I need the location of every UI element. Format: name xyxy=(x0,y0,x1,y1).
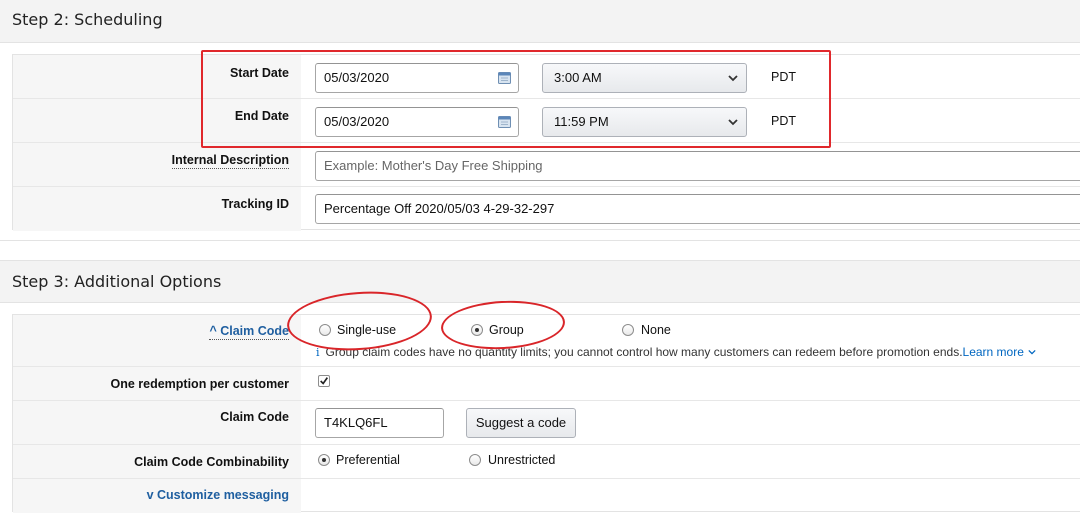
customize-messaging-row: v Customize messaging xyxy=(13,479,1080,513)
combinability-row: Claim Code Combinability Preferential Un… xyxy=(13,445,1080,479)
combinability-label: Claim Code Combinability xyxy=(134,455,289,469)
info-icon: i xyxy=(316,346,320,359)
caret-up-icon: ^ xyxy=(209,324,217,338)
caret-down-icon: v xyxy=(146,488,154,502)
suggest-code-button[interactable]: Suggest a code xyxy=(466,408,576,438)
claim-code-label: Claim Code xyxy=(220,410,289,424)
one-redemption-row: One redemption per customer xyxy=(13,367,1080,401)
annotation-date-highlight xyxy=(201,50,831,148)
claim-code-info: i Group claim codes have no quantity limi… xyxy=(316,345,1036,359)
customize-messaging-toggle[interactable]: v Customize messaging xyxy=(147,488,289,502)
chevron-down-icon xyxy=(1028,349,1036,355)
claim-code-row: Claim Code T4KLQ6FL Suggest a code xyxy=(13,401,1080,445)
one-redemption-label: One redemption per customer xyxy=(110,377,289,391)
step2-title: Step 2: Scheduling xyxy=(12,10,163,29)
radio-none[interactable] xyxy=(622,324,634,336)
section-divider xyxy=(0,240,1080,241)
internal-description-input[interactable]: Example: Mother's Day Free Shipping xyxy=(315,151,1080,181)
checkmark-icon xyxy=(320,377,329,385)
radio-preferential[interactable] xyxy=(318,454,330,466)
tracking-id-input[interactable]: Percentage Off 2020/05/03 4-29-32-297 xyxy=(315,194,1080,224)
radio-none-label: None xyxy=(641,323,671,337)
tracking-id-row: Tracking ID Percentage Off 2020/05/03 4-… xyxy=(13,187,1080,231)
claim-code-type-toggle[interactable]: ^ Claim Code xyxy=(209,324,289,340)
step3-header: Step 3: Additional Options xyxy=(0,260,1080,303)
additional-options-panel: ^ Claim Code Single-use Group None i Grou… xyxy=(12,314,1080,513)
step3-title: Step 3: Additional Options xyxy=(12,272,222,291)
radio-preferential-label: Preferential xyxy=(336,453,400,467)
internal-description-row: Internal Description Example: Mother's D… xyxy=(13,143,1080,187)
tracking-id-label: Tracking ID xyxy=(221,197,289,211)
radio-unrestricted[interactable] xyxy=(469,454,481,466)
learn-more-link[interactable]: Learn more xyxy=(963,345,1024,359)
claim-code-input[interactable]: T4KLQ6FL xyxy=(315,408,444,438)
radio-unrestricted-label: Unrestricted xyxy=(488,453,556,467)
one-redemption-checkbox[interactable] xyxy=(318,375,330,387)
internal-description-label: Internal Description xyxy=(171,153,289,169)
step2-header: Step 2: Scheduling xyxy=(0,0,1080,43)
